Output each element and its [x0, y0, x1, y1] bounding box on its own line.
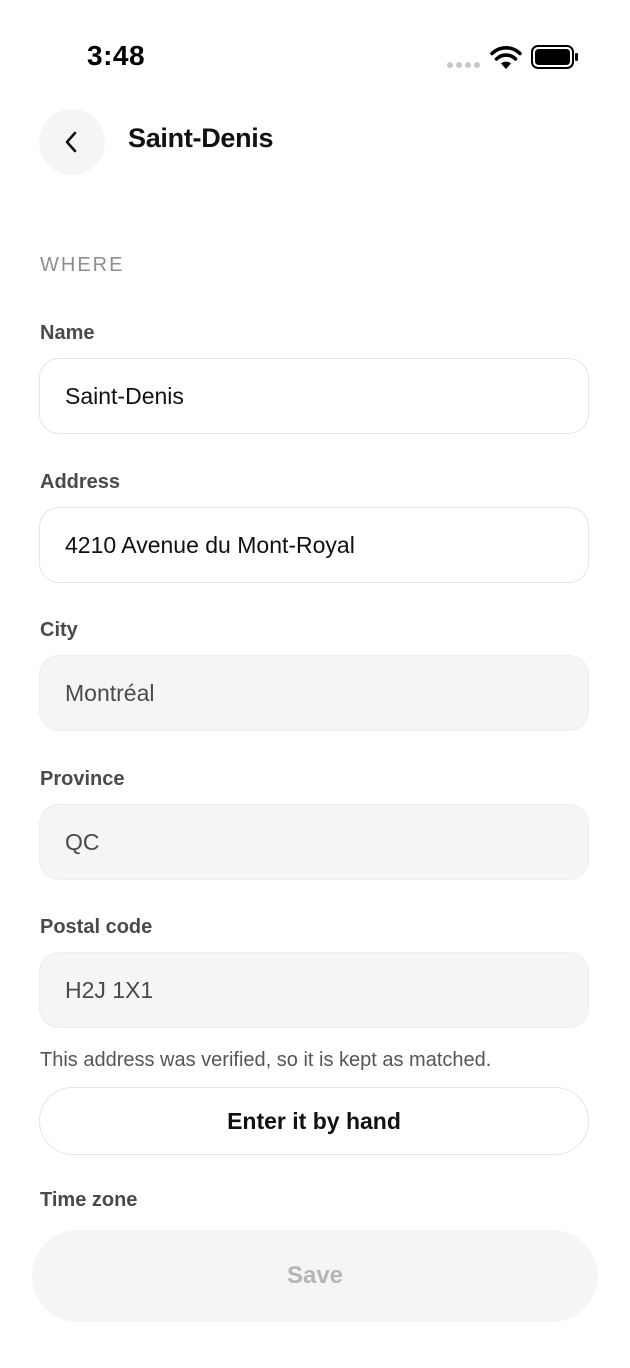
- back-button[interactable]: [39, 109, 105, 175]
- time-zone-label: Time zone: [40, 1189, 138, 1206]
- wifi-icon: [490, 46, 522, 69]
- postal-code-field: H2J 1X1: [39, 952, 589, 1028]
- status-bar: 3:48: [0, 0, 630, 100]
- battery-icon: [531, 45, 578, 69]
- save-button[interactable]: Save: [32, 1230, 598, 1322]
- province-field: QC: [39, 804, 589, 880]
- cellular-signal-icon: [447, 62, 481, 68]
- address-field[interactable]: 4210 Avenue du Mont-Royal: [39, 507, 589, 583]
- status-time: 3:48: [87, 40, 146, 71]
- name-label: Name: [40, 322, 95, 344]
- city-field: Montréal: [39, 655, 589, 731]
- page-title: Saint-Denis: [128, 123, 274, 153]
- chevron-left-icon: [65, 131, 77, 153]
- province-label: Province: [40, 768, 125, 790]
- verified-address-note: This address was verified, so it is kept…: [40, 1049, 492, 1071]
- section-label-where: WHERE: [40, 254, 125, 276]
- enter-manually-button[interactable]: Enter it by hand: [39, 1087, 589, 1155]
- navigation-header: Saint-Denis: [0, 100, 630, 190]
- postal-code-label: Postal code: [40, 916, 153, 938]
- name-field[interactable]: Saint-Denis: [39, 358, 589, 434]
- city-label: City: [40, 619, 78, 641]
- address-label: Address: [40, 471, 121, 493]
